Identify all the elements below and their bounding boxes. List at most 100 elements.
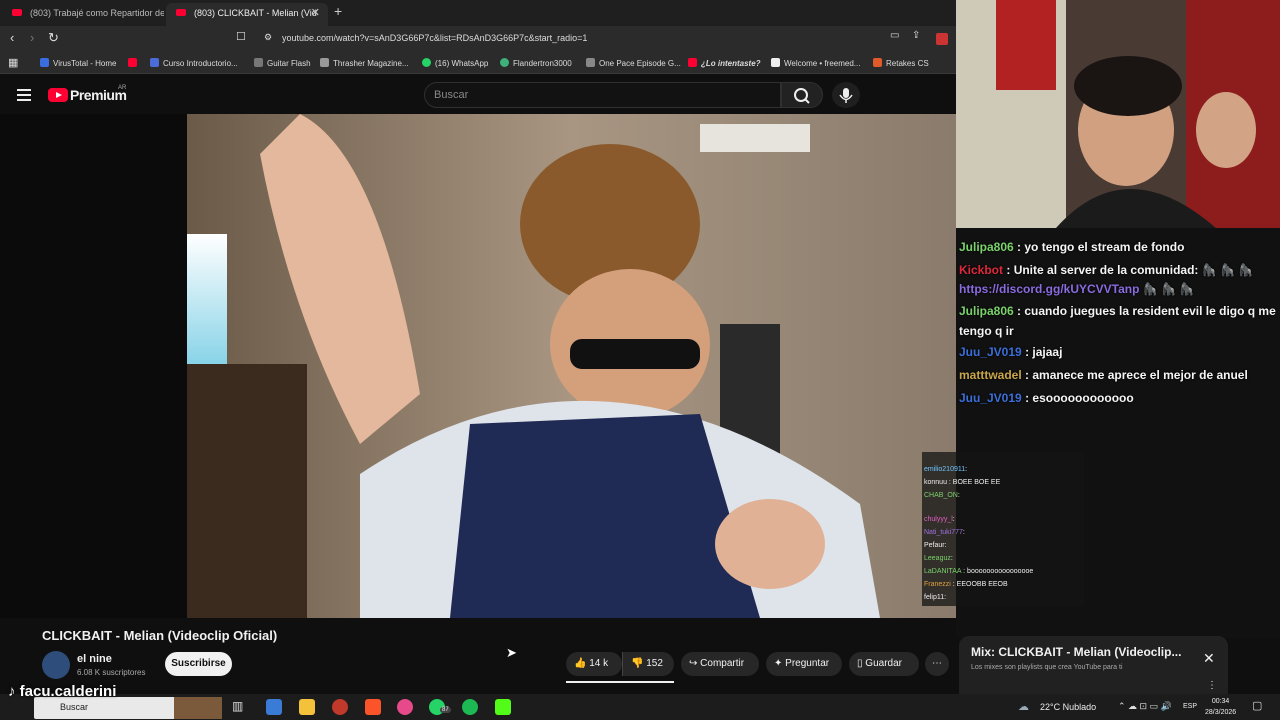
virustotal-icon — [40, 58, 49, 67]
new-tab-icon[interactable]: + — [334, 3, 342, 19]
search-button[interactable] — [781, 82, 823, 108]
bookmark-freemed[interactable]: Welcome • freemed... — [771, 58, 860, 68]
dislike-count: 152 — [646, 658, 663, 669]
bookmark-thrasher[interactable]: Thrasher Magazine... — [320, 58, 409, 68]
bookmark-icon[interactable]: ☐ — [236, 30, 246, 43]
discord-link[interactable]: https://discord.gg/kUYCVVTanp — [959, 282, 1139, 296]
bookmark-label: Thrasher Magazine... — [333, 59, 409, 68]
mini-chat-user: felip11 — [924, 594, 945, 601]
udemy-icon — [150, 58, 159, 67]
youtube-favicon-icon — [176, 9, 186, 16]
system-clock[interactable]: 00:34 28/3/2026 — [1205, 696, 1236, 718]
youtube-logo-icon[interactable] — [48, 88, 68, 102]
bookmark-label: One Pace Episode G... — [599, 59, 681, 68]
language-indicator[interactable]: ESP — [1183, 703, 1197, 710]
search-input[interactable] — [424, 82, 781, 108]
mini-chat-text: : — [965, 466, 968, 473]
bookmark-youtube[interactable] — [128, 58, 141, 68]
whatsapp-icon — [422, 58, 431, 67]
extension-icon[interactable] — [936, 33, 948, 45]
share-icon: ↪ — [689, 658, 698, 669]
gorilla-emotes-icon: 🦍 🦍 🦍 — [1142, 282, 1195, 296]
bookmark-curso[interactable]: Curso Introductorio... — [150, 58, 238, 68]
chat-username: matttwadel — [959, 368, 1022, 382]
like-button[interactable]: 👍 14 k — [566, 652, 622, 676]
like-ratio-bar — [566, 681, 674, 683]
dislike-button[interactable]: 👎 152 — [622, 652, 674, 676]
mini-chat-line: Pefaur: — [924, 542, 947, 549]
bookmark-virustotal[interactable]: VirusTotal - Home — [40, 58, 116, 68]
ask-label: Preguntar — [785, 658, 830, 669]
chat-text: : jajaaj — [1025, 345, 1063, 359]
mini-chat-text: : — [957, 492, 960, 499]
brave-icon[interactable] — [365, 699, 381, 715]
store-icon[interactable] — [266, 699, 282, 715]
more-actions-button[interactable]: ⋯ — [925, 652, 949, 676]
app-icon[interactable] — [397, 699, 413, 715]
notifications-icon[interactable]: ▢ — [1252, 699, 1262, 712]
chat-message: tengo q ir — [959, 324, 1014, 338]
mini-chat-user: chulyyy_l — [924, 516, 953, 523]
file-explorer-icon[interactable] — [299, 699, 315, 715]
mini-chat-text: : — [950, 555, 953, 562]
retakes-icon — [873, 58, 882, 67]
mini-chat-line: LaDANITAA : boooooooooooooooe — [924, 568, 1033, 575]
mix-menu-icon[interactable]: ⋮ — [1207, 680, 1217, 691]
mini-chat-text: : — [944, 594, 947, 601]
chat-username: Julipa806 — [959, 240, 1014, 254]
reload-icon[interactable]: ↻ — [48, 30, 59, 46]
whatsapp-badge: 87 — [440, 707, 451, 713]
forward-icon[interactable]: › — [30, 30, 34, 45]
mini-chat-user: Nati_tuki777 — [924, 529, 963, 536]
mini-chat-user: konnuu — [924, 479, 947, 486]
tab-label: (803) CLICKBAIT - Melian (Vid — [194, 8, 317, 18]
bookmark-lo-intentaste[interactable]: ¿Lo intentaste? — [688, 58, 761, 68]
microphone-icon — [839, 88, 853, 103]
bookmark-retakes[interactable]: Retakes CS — [873, 58, 929, 68]
share-button[interactable]: ↪ Compartir — [681, 652, 759, 676]
tiktok-logo-icon: ♪ — [8, 683, 16, 700]
save-button[interactable]: ▯ Guardar — [849, 652, 919, 676]
channel-avatar[interactable] — [42, 651, 70, 679]
mini-chat-user: emilio210911 — [924, 466, 966, 473]
bookmark-label: Guitar Flash — [267, 59, 311, 68]
ask-button[interactable]: ✦ Preguntar — [766, 652, 842, 676]
url-text: youtube.com/watch?v=sAnD3G66P7c&list=RDs… — [282, 33, 588, 43]
tab-repartidor[interactable]: (803) Trabajé como Repartidor de Co — [2, 3, 164, 26]
close-icon[interactable]: ✕ — [1203, 650, 1215, 667]
apps-grid-icon[interactable]: ▦ — [8, 56, 18, 69]
bookmark-guitar-flash[interactable]: Guitar Flash — [254, 58, 311, 68]
share-page-icon[interactable]: ⇪ — [912, 30, 920, 41]
site-info-icon[interactable]: ⚙ — [264, 32, 272, 43]
mini-chat-text: : BOEE BOE EE — [948, 479, 1001, 486]
back-icon[interactable]: ‹ — [10, 30, 14, 45]
spotify-icon[interactable] — [462, 699, 478, 715]
chat-message: matttwadel : amanece me aprece el mejor … — [959, 368, 1248, 382]
close-tab-icon[interactable]: ✕ — [311, 3, 320, 23]
channel-name[interactable]: el nine — [77, 653, 112, 665]
cast-icon[interactable]: ▭ — [890, 30, 899, 41]
bookmark-one-pace[interactable]: One Pace Episode G... — [586, 58, 681, 68]
flandertron-icon — [500, 58, 509, 67]
mini-chat-line: Leeaguz: — [924, 555, 953, 562]
chat-username: Kickbot — [959, 263, 1004, 277]
bookmark-label: ¿Lo intentaste? — [701, 59, 761, 68]
tab-clickbait[interactable]: (803) CLICKBAIT - Melian (Vid ✕ — [166, 3, 328, 26]
voice-search-button[interactable] — [832, 82, 860, 108]
sparkle-icon: ✦ — [774, 658, 783, 669]
chat-message: Julipa806 : cuando juegues la resident e… — [959, 304, 1276, 318]
tiktok-watermark: ♪ facu.calderini — [8, 683, 116, 700]
weather-text[interactable]: 22°C Nublado — [1040, 702, 1096, 712]
kick-icon[interactable] — [495, 699, 511, 715]
subscribe-button[interactable]: Suscribirse — [165, 652, 232, 676]
task-view-icon[interactable]: ▥ — [232, 699, 248, 715]
chrome-icon[interactable] — [332, 699, 348, 715]
youtube-favicon-icon — [12, 9, 22, 16]
bookmark-flandertron[interactable]: Flandertron3000 — [500, 58, 572, 68]
mini-chat-text: : — [962, 529, 965, 536]
tray-icons[interactable]: ⌃ ☁ ⊡ ▭ 🔊 — [1118, 701, 1172, 712]
page-icon — [586, 58, 595, 67]
hamburger-menu-icon[interactable] — [17, 89, 31, 101]
video-player[interactable] — [0, 114, 956, 618]
bookmark-whatsapp[interactable]: (16) WhatsApp — [422, 58, 488, 68]
